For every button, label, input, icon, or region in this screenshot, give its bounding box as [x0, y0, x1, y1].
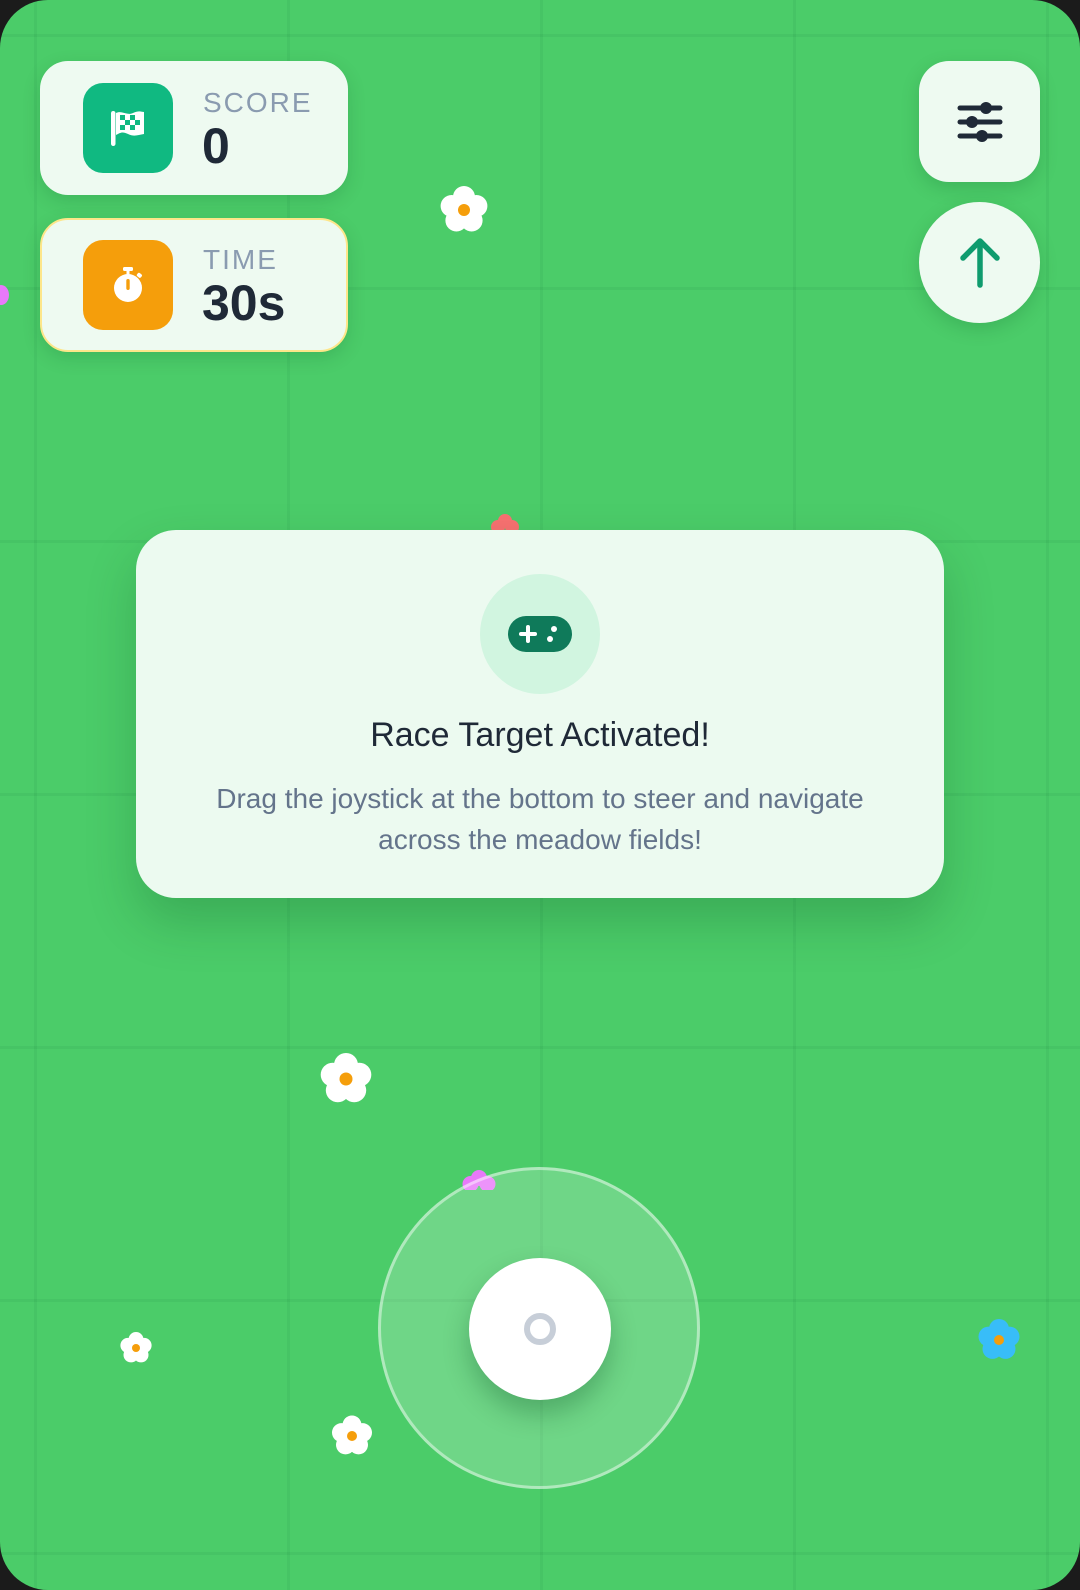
instruction-dialog: Race Target Activated! Drag the joystick… [136, 530, 944, 898]
time-value: 30s [202, 275, 286, 331]
white-flower [440, 186, 488, 232]
joystick-center-dot [524, 1313, 556, 1345]
dialog-title: Race Target Activated! [370, 716, 710, 754]
dialog-body: Drag the joystick at the bottom to steer… [216, 783, 864, 855]
sliders-icon [957, 101, 1002, 142]
pink-flower [0, 285, 9, 305]
gamepad-icon-circle [480, 574, 600, 694]
time-card: TIME 30s [40, 218, 348, 352]
gamepad-icon [508, 616, 572, 652]
score-label: SCORE [203, 87, 313, 118]
stopwatch-icon [83, 240, 173, 330]
boost-button[interactable] [919, 202, 1040, 323]
white-flower [320, 1053, 372, 1103]
white-flower [332, 1415, 372, 1455]
joystick-knob[interactable] [469, 1258, 611, 1400]
arrow-up-icon [959, 237, 1000, 288]
settings-button[interactable] [919, 61, 1040, 182]
red-flower [491, 514, 519, 532]
time-label: TIME [203, 244, 278, 275]
game-field: SCORE 0 TIME 30s Race Target Activated! … [0, 0, 1080, 1590]
white-flower [120, 1332, 152, 1363]
blue-flower [978, 1319, 1020, 1359]
score-value: 0 [202, 118, 230, 174]
score-card: SCORE 0 [40, 61, 348, 195]
checkered-flag-icon [83, 83, 173, 173]
